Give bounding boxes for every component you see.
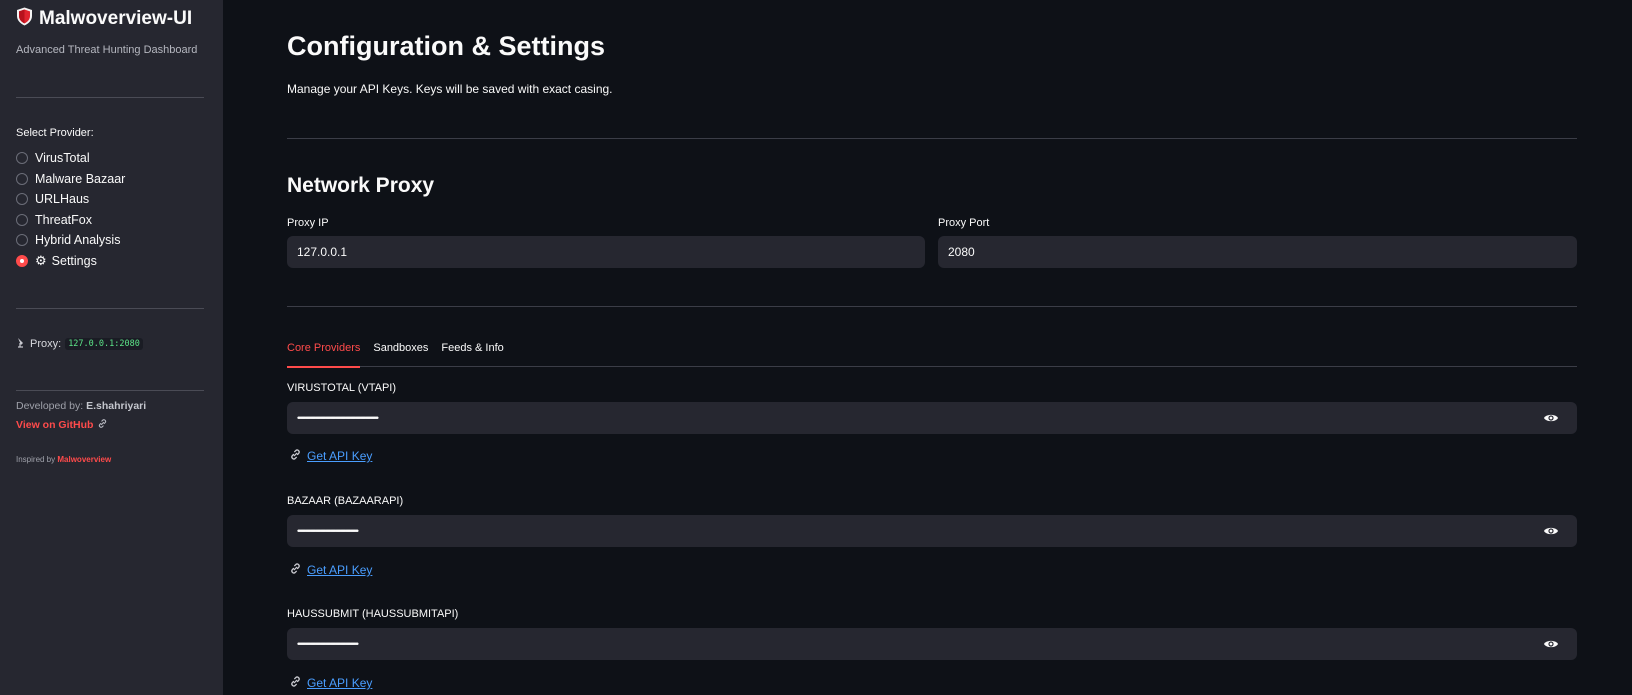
link-icon: [289, 675, 302, 691]
inspired-label: Inspired by: [16, 455, 56, 464]
virustotal-key-label: VIRUSTOTAL (VTAPI): [287, 382, 396, 394]
radio-circle[interactable]: [16, 193, 28, 206]
tab-feeds-info[interactable]: Feeds & Info: [441, 335, 503, 367]
provider-radio-group: VirusTotal Malware Bazaar URLHaus Threat…: [16, 148, 125, 271]
radio-malware-bazaar[interactable]: Malware Bazaar: [16, 169, 125, 190]
bazaar-key-input[interactable]: ••••••••••••••••••••••••••••••••••••••••…: [287, 515, 1577, 547]
sidebar: Malwoverview-UI Advanced Threat Hunting …: [0, 0, 223, 695]
radio-circle[interactable]: [16, 152, 28, 165]
radio-settings[interactable]: ⚙ Settings: [16, 251, 125, 272]
eye-icon[interactable]: [1543, 524, 1559, 538]
radio-label: Malware Bazaar: [35, 171, 126, 186]
shield-icon: [16, 7, 33, 31]
bazaar-key-label: BAZAAR (BAZAARAPI): [287, 495, 404, 507]
haussubmit-key-input[interactable]: ••••••••••••••••••••••••••••••••••••••••…: [287, 628, 1577, 660]
app-subtitle: Advanced Threat Hunting Dashboard: [16, 44, 198, 56]
virustotal-get-key-link[interactable]: Get API Key: [289, 448, 372, 464]
link-icon: [289, 562, 302, 578]
eye-icon[interactable]: [1543, 637, 1559, 651]
proxy-ip-label: Proxy IP: [287, 217, 329, 229]
network-proxy-title: Network Proxy: [287, 174, 435, 197]
provider-tabs: Core Providers Sandboxes Feeds & Info: [287, 335, 1577, 368]
radio-threatfox[interactable]: ThreatFox: [16, 210, 125, 231]
proxy-status: Proxy: 127.0.0.1:2080: [16, 337, 143, 351]
masked-key: ••••••••••••••••••••••••••••••••••••••••…: [297, 413, 379, 423]
gear-icon: ⚙: [35, 252, 47, 268]
divider: [287, 138, 1577, 139]
developer-name: E.shahriyari: [86, 400, 147, 412]
masked-key: ••••••••••••••••••••••••••••••••••••••••…: [297, 526, 359, 536]
haussubmit-get-key-link[interactable]: Get API Key: [289, 675, 372, 691]
eye-icon[interactable]: [1543, 411, 1559, 425]
radio-hybrid-analysis[interactable]: Hybrid Analysis: [16, 230, 125, 251]
proxy-ip-input[interactable]: 127.0.0.1: [287, 236, 925, 268]
radio-label: Hybrid Analysis: [35, 233, 121, 248]
get-api-key-link[interactable]: Get API Key: [307, 563, 372, 577]
radio-label: VirusTotal: [35, 151, 90, 166]
virustotal-key-input[interactable]: ••••••••••••••••••••••••••••••••••••••••…: [287, 402, 1577, 434]
radio-label: ThreatFox: [35, 212, 92, 227]
app-title: Malwoverview-UI: [39, 8, 193, 29]
haussubmit-key-label: HAUSSUBMIT (HAUSSUBMITAPI): [287, 608, 459, 620]
inspired-by: Inspired by Malwoverview: [16, 455, 111, 464]
inspired-link[interactable]: Malwoverview: [57, 455, 111, 464]
divider: [287, 306, 1577, 307]
proxy-port-input[interactable]: 2080: [938, 236, 1577, 268]
radio-urlhaus[interactable]: URLHaus: [16, 189, 125, 210]
github-link-label[interactable]: View on GitHub: [16, 419, 93, 431]
github-link[interactable]: View on GitHub: [16, 418, 108, 432]
proxy-value: 127.0.0.1:2080: [65, 338, 143, 350]
developed-by-label: Developed by:: [16, 400, 84, 412]
radio-circle[interactable]: [16, 234, 28, 247]
radio-circle[interactable]: [16, 172, 28, 185]
divider: [16, 97, 204, 98]
radio-label: Settings: [51, 253, 97, 268]
radio-label: URLHaus: [35, 192, 90, 207]
developer-credit: Developed by: E.shahriyari: [16, 400, 146, 412]
tab-sandboxes[interactable]: Sandboxes: [373, 335, 428, 367]
radio-circle-selected[interactable]: [16, 254, 28, 267]
radio-circle[interactable]: [16, 213, 28, 226]
link-icon: [97, 418, 108, 432]
masked-key: ••••••••••••••••••••••••••••••••••••••••…: [297, 639, 359, 649]
proxy-port-label: Proxy Port: [938, 217, 990, 229]
tab-core-providers[interactable]: Core Providers: [287, 335, 361, 368]
divider: [16, 308, 204, 309]
main-content: Configuration & Settings Manage your API…: [287, 0, 1577, 695]
satellite-icon: [16, 337, 26, 351]
bazaar-get-key-link[interactable]: Get API Key: [289, 562, 372, 578]
provider-select-label: Select Provider:: [16, 127, 94, 139]
get-api-key-link[interactable]: Get API Key: [307, 449, 372, 463]
page-title: Configuration & Settings: [287, 31, 605, 61]
proxy-label: Proxy:: [30, 338, 62, 350]
divider: [16, 390, 204, 391]
link-icon: [289, 448, 302, 464]
radio-virustotal[interactable]: VirusTotal: [16, 148, 125, 169]
brand: Malwoverview-UI: [16, 7, 192, 31]
page-description: Manage your API Keys. Keys will be saved…: [287, 82, 613, 96]
get-api-key-link[interactable]: Get API Key: [307, 676, 372, 690]
